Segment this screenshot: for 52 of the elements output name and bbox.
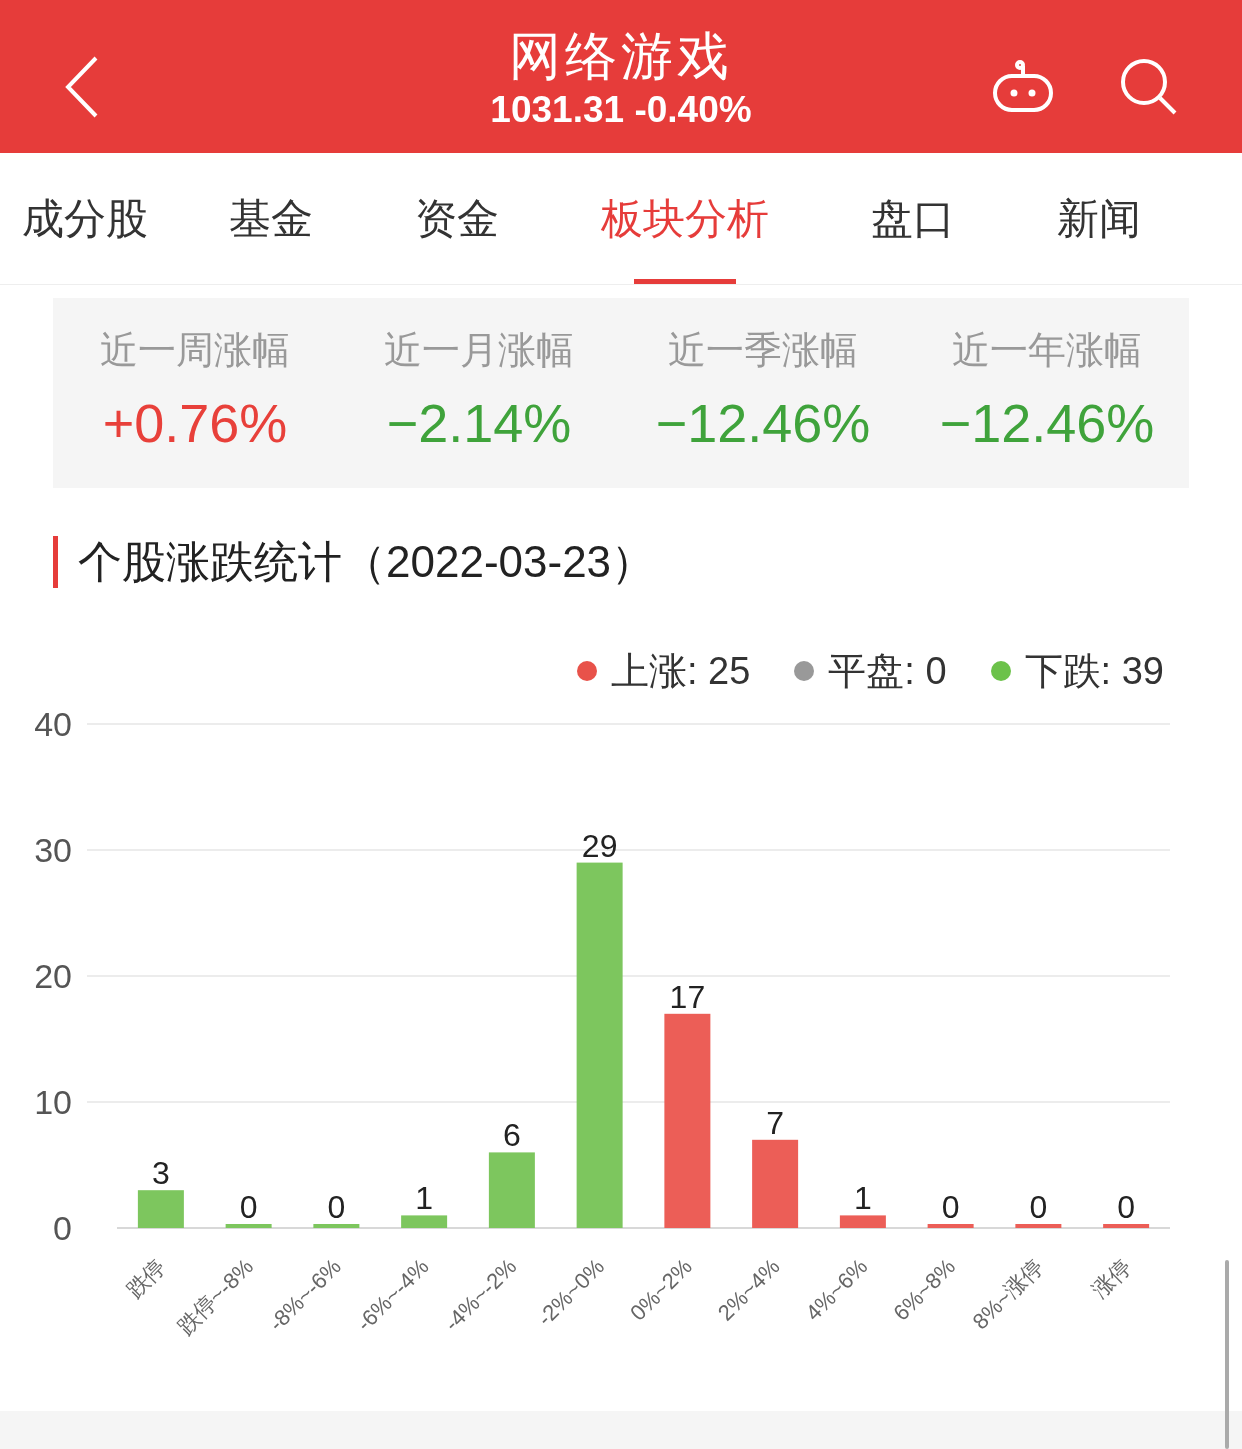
zero-bar-marker	[313, 1224, 360, 1228]
search-icon[interactable]	[1120, 58, 1178, 116]
stat-label: 近一月涨幅	[384, 328, 574, 373]
tab[interactable]: 基金	[178, 153, 364, 284]
bar-value-label: 0	[941, 1189, 960, 1225]
stat-label: 近一年涨幅	[952, 328, 1142, 373]
zero-bar-marker	[225, 1224, 272, 1228]
zero-bar-marker	[1015, 1224, 1062, 1228]
bar-value-label: 29	[581, 827, 618, 864]
back-icon[interactable]	[64, 56, 100, 118]
bar	[839, 1215, 886, 1228]
axis-tick-label: 0	[53, 1209, 72, 1247]
legend-label: 下跌: 39	[1024, 648, 1164, 694]
section-title: 个股涨跌统计（2022-03-23）	[78, 536, 656, 588]
axis-tick-label: 20	[34, 957, 72, 995]
axis-tick-label: 40	[34, 705, 72, 743]
legend-label: 上涨: 25	[610, 648, 751, 694]
tab[interactable]: 成分股	[0, 153, 178, 284]
stat-label: 近一季涨幅	[668, 328, 858, 373]
stat-value: −2.14%	[386, 392, 572, 455]
axis-tick-label: 10	[34, 1083, 72, 1121]
bar-value-label: 3	[152, 1155, 170, 1192]
bar-value-label: 7	[766, 1104, 784, 1141]
bar-value-label: 0	[1029, 1189, 1048, 1225]
bar-value-label: 6	[503, 1117, 521, 1154]
section-marker	[53, 536, 58, 588]
axis-tick-label: 30	[34, 831, 72, 869]
legend-label: 平盘: 0	[828, 648, 947, 694]
bar	[401, 1215, 448, 1228]
tab[interactable]: 资金	[364, 153, 550, 284]
stat-label: 近一周涨幅	[100, 328, 290, 373]
bar-value-label: 17	[669, 978, 706, 1015]
category-label: 跌停	[121, 1253, 171, 1303]
bar-value-label: 1	[854, 1180, 872, 1217]
bar-value-label: 0	[1117, 1189, 1135, 1225]
category-label: 8%~涨停	[967, 1253, 1048, 1335]
zero-bar-marker	[927, 1224, 974, 1228]
robot-icon[interactable]	[992, 60, 1054, 114]
stat-value: −12.46%	[655, 392, 871, 455]
bar	[137, 1190, 184, 1228]
bar-value-label: 0	[239, 1189, 258, 1225]
zero-bar-marker	[1103, 1224, 1150, 1228]
bar-value-label: 0	[327, 1189, 346, 1225]
page-title: 网络游戏	[509, 25, 733, 87]
category-label: 涨停	[1086, 1253, 1136, 1303]
index-quote: 1031.31 -0.40%	[490, 87, 752, 132]
stat-value: −12.46%	[939, 392, 1155, 455]
tab[interactable]: 板块分析	[550, 153, 820, 284]
tab[interactable]: 新闻	[1006, 153, 1192, 284]
stat-value: +0.76%	[102, 392, 288, 455]
bar-value-label: 1	[415, 1180, 433, 1217]
tab[interactable]: 盘口	[820, 153, 1006, 284]
